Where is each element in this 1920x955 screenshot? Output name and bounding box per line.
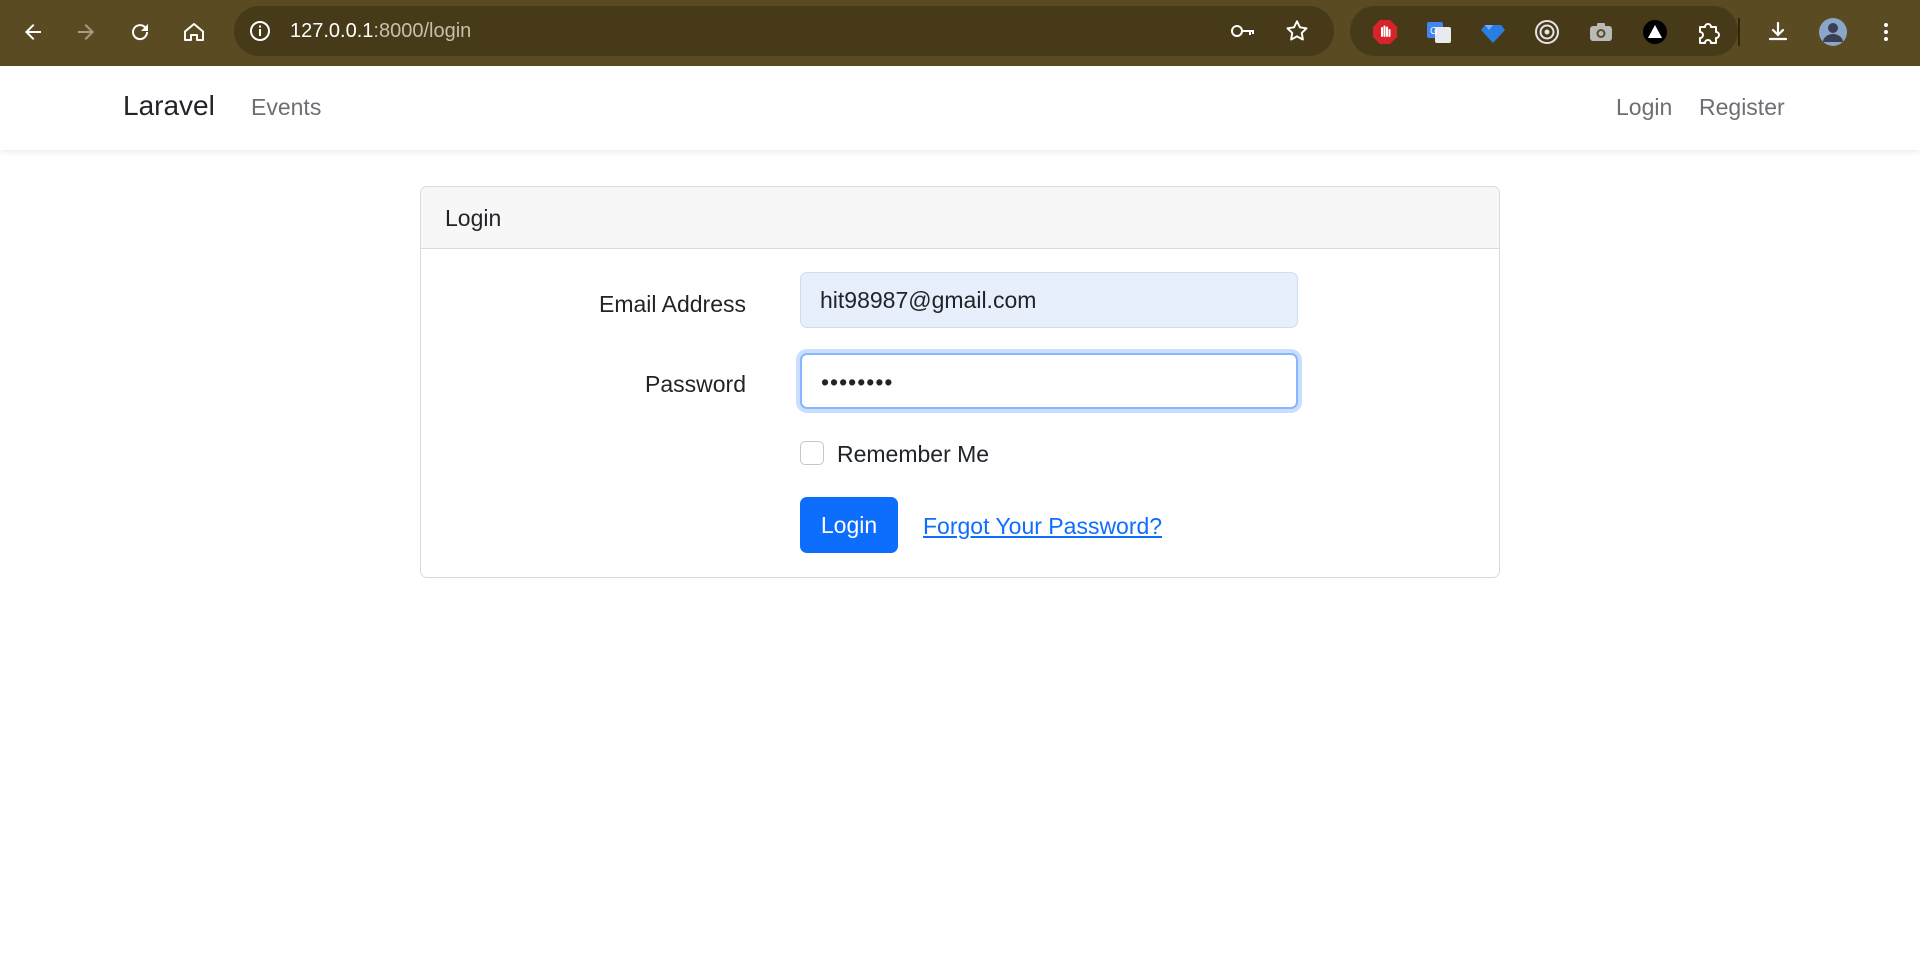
forward-arrow-icon[interactable] — [66, 12, 106, 52]
password-label: Password — [645, 371, 746, 397]
password-field[interactable]: •••••••• — [800, 353, 1298, 409]
download-icon[interactable] — [1758, 12, 1798, 52]
profile-avatar-icon[interactable] — [1813, 12, 1853, 52]
browser-toolbar: 127.0.0.1:8000/login G — [0, 0, 1920, 66]
nav-link-register[interactable]: Register — [1699, 94, 1785, 121]
home-icon[interactable] — [174, 12, 214, 52]
nav-link-login[interactable]: Login — [1616, 94, 1672, 121]
remember-me-checkbox[interactable] — [800, 441, 824, 465]
url-path: :8000/login — [373, 20, 472, 42]
extensions-puzzle-icon[interactable] — [1696, 19, 1722, 45]
extension-translate-icon[interactable]: G — [1426, 19, 1452, 45]
extensions-bar: G — [1350, 6, 1738, 56]
url-text: 127.0.0.1:8000/login — [290, 6, 471, 56]
back-arrow-icon[interactable] — [13, 12, 53, 52]
card-header: Login — [421, 187, 1499, 249]
password-key-icon[interactable] — [1230, 19, 1256, 43]
bookmark-star-icon[interactable] — [1284, 18, 1310, 44]
email-label: Email Address — [598, 291, 746, 317]
kebab-menu-icon[interactable] — [1866, 12, 1906, 52]
svg-text:G: G — [1430, 26, 1438, 37]
navbar-brand[interactable]: Laravel — [123, 90, 215, 122]
toolbar-divider — [1738, 18, 1740, 46]
address-bar[interactable]: 127.0.0.1:8000/login — [234, 6, 1334, 56]
url-host: 127.0.0.1 — [290, 20, 374, 42]
extension-stop-icon[interactable] — [1372, 19, 1398, 45]
remember-me-label[interactable]: Remember Me — [837, 441, 989, 468]
email-field[interactable]: hit98987@gmail.com — [800, 272, 1298, 328]
forgot-password-link[interactable]: Forgot Your Password? — [923, 513, 1162, 540]
extension-camera-icon[interactable] — [1588, 19, 1614, 45]
extension-target-icon[interactable] — [1534, 19, 1560, 45]
site-info-icon[interactable] — [248, 19, 272, 43]
navbar: Laravel Events Login Register — [0, 66, 1920, 150]
login-submit-button[interactable]: Login — [800, 497, 898, 553]
nav-link-events[interactable]: Events — [251, 94, 321, 121]
extension-triangle-icon[interactable] — [1642, 19, 1668, 45]
login-card: Login Email Address hit98987@gmail.com P… — [420, 186, 1500, 578]
extension-gem-icon[interactable] — [1480, 19, 1506, 45]
reload-icon[interactable] — [120, 12, 160, 52]
